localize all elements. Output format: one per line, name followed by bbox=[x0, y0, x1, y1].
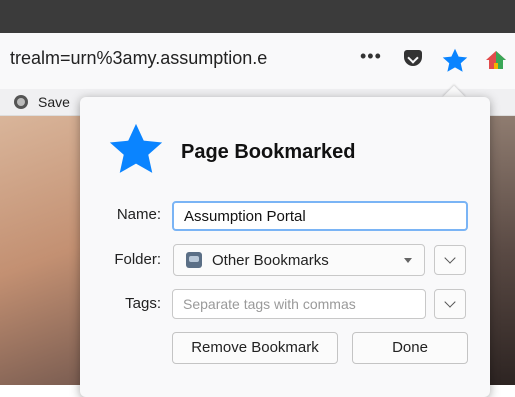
tags-field[interactable] bbox=[172, 289, 426, 319]
title-bar bbox=[0, 0, 515, 33]
home-icon[interactable] bbox=[484, 48, 508, 77]
more-icon[interactable]: ••• bbox=[360, 46, 382, 67]
remove-bookmark-button[interactable]: Remove Bookmark bbox=[172, 332, 338, 364]
tags-expander[interactable] bbox=[434, 289, 466, 319]
star-icon[interactable] bbox=[440, 46, 470, 81]
folder-select[interactable]: Other Bookmarks bbox=[173, 244, 425, 276]
done-button[interactable]: Done bbox=[352, 332, 468, 364]
caret-down-icon bbox=[404, 258, 412, 263]
panel-title: Page Bookmarked bbox=[181, 141, 356, 163]
url-bar-text[interactable]: trealm=urn%3amy.assumption.e bbox=[10, 48, 320, 69]
save-icon bbox=[14, 95, 28, 109]
bookmark-save-item[interactable]: Save bbox=[38, 94, 70, 110]
bookmark-star-icon bbox=[104, 118, 168, 187]
chevron-down-icon bbox=[444, 252, 456, 264]
folder-label: Folder: bbox=[114, 251, 161, 268]
folder-icon bbox=[186, 252, 202, 268]
tags-label: Tags: bbox=[125, 295, 161, 312]
name-label: Name: bbox=[116, 206, 161, 223]
folder-select-value: Other Bookmarks bbox=[212, 252, 329, 269]
chevron-down-icon bbox=[444, 296, 456, 308]
name-field[interactable] bbox=[172, 201, 468, 231]
folder-tree-expander[interactable] bbox=[434, 245, 466, 275]
url-fade bbox=[285, 44, 325, 74]
